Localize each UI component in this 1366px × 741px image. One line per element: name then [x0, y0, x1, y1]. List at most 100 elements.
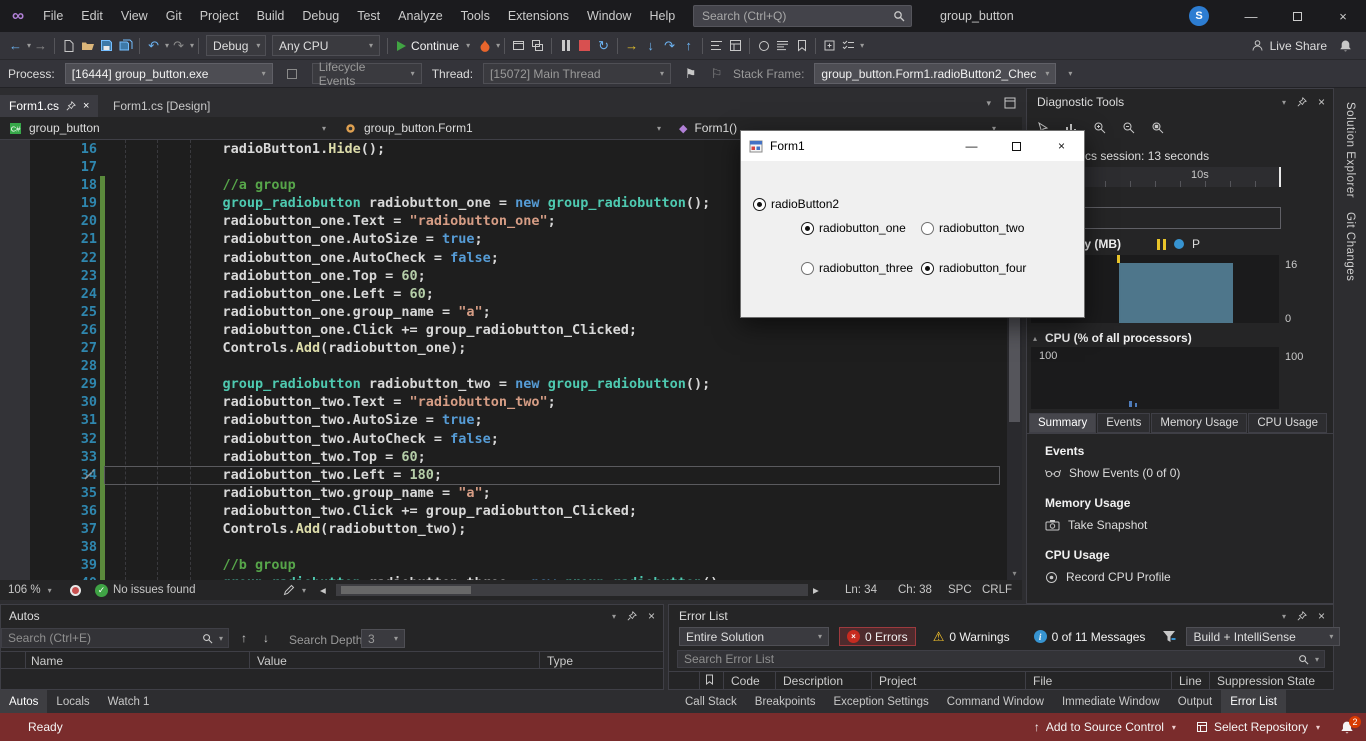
tab-list-chevron[interactable]: ▾: [986, 98, 991, 109]
tab-immediate-window[interactable]: Immediate Window: [1053, 690, 1169, 713]
toolbar-overflow-chevron[interactable]: ▾: [860, 41, 864, 50]
code-line-30[interactable]: 30 radiobutton_two.Text = "radiobutton_t…: [0, 393, 1022, 411]
select-repository-button[interactable]: Select Repository ▾: [1196, 720, 1320, 734]
notifications-bell-icon[interactable]: 2: [1340, 720, 1354, 735]
stop-debugging-icon[interactable]: [575, 35, 594, 57]
zoom-dropdown[interactable]: 106 %▾: [8, 580, 52, 600]
radio-radiobutton-two[interactable]: radiobutton_two: [921, 221, 1024, 235]
form1-title-bar[interactable]: Form1 — ×: [741, 131, 1084, 161]
save-all-icon[interactable]: [116, 35, 135, 57]
bookmark-icon[interactable]: [792, 35, 811, 57]
code-line-38[interactable]: 38: [0, 538, 1022, 556]
minimize-button[interactable]: —: [1228, 0, 1274, 32]
error-search-box[interactable]: ▾: [677, 650, 1325, 668]
expander-icon[interactable]: ▴: [1033, 334, 1037, 343]
feedback-bell-icon[interactable]: [1339, 39, 1352, 53]
flag-outline-icon[interactable]: ⚐: [707, 63, 726, 85]
tab-call-stack[interactable]: Call Stack: [676, 690, 746, 713]
code-line-33[interactable]: 33 radiobutton_two.Top = 60;: [0, 448, 1022, 466]
reset-view-icon[interactable]: [1151, 121, 1164, 134]
tab-output[interactable]: Output: [1169, 690, 1222, 713]
column-file[interactable]: File: [1033, 674, 1052, 688]
code-line-39[interactable]: 39 //b group: [0, 556, 1022, 574]
menu-view[interactable]: View: [112, 0, 157, 32]
hot-reload-icon[interactable]: [475, 35, 494, 57]
error-search-input[interactable]: [678, 652, 1298, 666]
tab-events[interactable]: Events: [1097, 413, 1150, 433]
flag-threads-icon[interactable]: ⚑: [681, 63, 700, 85]
document-health-indicator[interactable]: ✓No issues found: [95, 580, 195, 600]
tab-exception-settings[interactable]: Exception Settings: [825, 690, 938, 713]
watch-window-icon[interactable]: [726, 35, 745, 57]
menu-test[interactable]: Test: [348, 0, 389, 32]
redo-icon[interactable]: ↷: [169, 35, 188, 57]
code-line-29[interactable]: 29 group_radiobutton radiobutton_two = n…: [0, 375, 1022, 393]
form1-close-button[interactable]: ×: [1039, 131, 1084, 161]
radio-radiobutton-four[interactable]: radiobutton_four: [921, 261, 1026, 275]
save-icon[interactable]: [97, 35, 116, 57]
immediate-window-icon[interactable]: [707, 35, 726, 57]
solution-platform-dropdown[interactable]: Any CPU▾: [272, 35, 380, 56]
step-over-icon[interactable]: ↷: [660, 35, 679, 57]
column-suppression-state[interactable]: Suppression State: [1217, 674, 1315, 688]
window-layout-icon[interactable]: [1004, 97, 1016, 109]
code-line-28[interactable]: 28: [0, 357, 1022, 375]
tab-form1-cs-design[interactable]: Form1.cs [Design]: [104, 95, 219, 117]
form1-app-window[interactable]: Form1 — × radioButton2 radiobutton_one r…: [740, 130, 1085, 318]
scope-dropdown[interactable]: Entire Solution▾: [679, 627, 829, 646]
form1-maximize-button[interactable]: [994, 131, 1039, 161]
output-window-icon[interactable]: [773, 35, 792, 57]
radio-radiobutton-one[interactable]: radiobutton_one: [801, 221, 906, 235]
live-share-button[interactable]: Live Share: [1251, 39, 1327, 53]
solution-explorer-sync-icon[interactable]: [820, 35, 839, 57]
process-dropdown[interactable]: [16444] group_button.exe▾: [65, 63, 273, 84]
account-avatar[interactable]: S: [1189, 6, 1209, 26]
code-line-35[interactable]: 35 radiobutton_two.group_name = "a";: [0, 484, 1022, 502]
quick-actions-icon[interactable]: [84, 469, 95, 480]
code-line-36[interactable]: 36 radiobutton_two.Click += group_radiob…: [0, 502, 1022, 520]
scroll-down-arrow-icon[interactable]: ▾: [1007, 569, 1022, 578]
close-icon[interactable]: ×: [1318, 609, 1325, 623]
scrollbar-thumb[interactable]: [341, 586, 471, 594]
radio-radiobutton-three[interactable]: radiobutton_three: [801, 261, 913, 275]
code-cleanup-icon[interactable]: [70, 580, 81, 600]
zoom-out-icon[interactable]: [1122, 121, 1135, 134]
step-out-icon[interactable]: ↑: [679, 35, 698, 57]
navigate-back-icon[interactable]: ←: [6, 35, 25, 57]
menu-edit[interactable]: Edit: [72, 0, 112, 32]
add-to-source-control-button[interactable]: ↑ Add to Source Control ▾: [1034, 720, 1176, 734]
messages-filter-button[interactable]: i0 of 11 Messages: [1027, 627, 1153, 646]
tab-form1-cs[interactable]: Form1.cs ×: [0, 95, 98, 117]
step-into-icon[interactable]: ↓: [641, 35, 660, 57]
search-options-chevron[interactable]: ▾: [1315, 655, 1319, 664]
close-icon[interactable]: ×: [648, 609, 655, 623]
search-options-chevron[interactable]: ▾: [219, 634, 223, 643]
window-position-chevron[interactable]: ▾: [612, 612, 616, 621]
menu-tools[interactable]: Tools: [452, 0, 499, 32]
take-snapshot-link[interactable]: Take Snapshot: [1045, 518, 1147, 532]
warnings-filter-button[interactable]: ⚠0 Warnings: [926, 627, 1017, 646]
tab-breakpoints[interactable]: Breakpoints: [746, 690, 825, 713]
close-icon[interactable]: ×: [1318, 95, 1325, 109]
open-folder-icon[interactable]: [78, 35, 97, 57]
type-dropdown[interactable]: group_button.Form1▾: [335, 117, 670, 139]
column-project[interactable]: Project: [879, 674, 916, 688]
processbar-overflow-chevron[interactable]: ▾: [1068, 69, 1072, 78]
menu-extensions[interactable]: Extensions: [499, 0, 578, 32]
tab-command-window[interactable]: Command Window: [938, 690, 1053, 713]
redo-chevron[interactable]: ▾: [190, 41, 194, 50]
window-position-chevron[interactable]: ▾: [1282, 612, 1286, 621]
quick-search-input[interactable]: [694, 9, 893, 23]
hot-reload-chevron[interactable]: ▾: [496, 41, 500, 50]
pin-icon[interactable]: [1297, 97, 1307, 107]
breakpoints-window-icon[interactable]: [754, 35, 773, 57]
search-down-icon[interactable]: ↓: [263, 631, 269, 645]
autos-search-box[interactable]: ▾: [1, 628, 229, 648]
code-line-32[interactable]: 32 radiobutton_two.AutoCheck = false;: [0, 430, 1022, 448]
window-position-chevron[interactable]: ▾: [1282, 98, 1286, 107]
search-depth-dropdown[interactable]: 3▾: [361, 629, 405, 648]
hscroll-right-arrow-icon[interactable]: ▸: [813, 580, 819, 600]
maximize-button[interactable]: [1274, 0, 1320, 32]
tab-summary[interactable]: Summary: [1029, 413, 1096, 433]
close-button[interactable]: ×: [1320, 0, 1366, 32]
